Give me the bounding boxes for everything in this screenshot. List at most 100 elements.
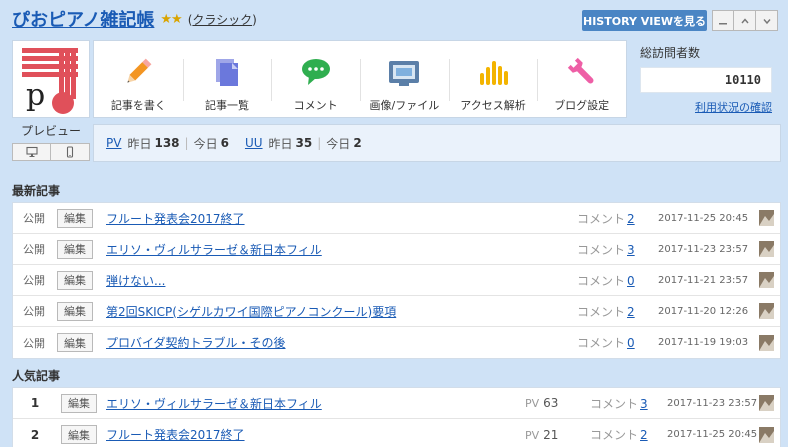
comment-count-link[interactable]: 0 — [627, 274, 635, 288]
comment-count-link[interactable]: 2 — [627, 212, 635, 226]
post-pv: PV 21 — [525, 428, 558, 442]
post-status: 公開 — [23, 212, 45, 225]
popular-post-row: 1 編集 エリソ・ヴィルサラーゼ＆新日本フィル PV 63 コメント 3 2017-… — [13, 388, 780, 419]
pv-yesterday-label: 昨日 — [127, 136, 152, 151]
post-thumbnail[interactable] — [759, 272, 774, 288]
post-thumbnail[interactable] — [759, 210, 774, 226]
mobile-icon — [66, 146, 74, 158]
pv-value: 21 — [543, 427, 559, 442]
post-title-link[interactable]: プロバイダ契約トラブル・その後 — [106, 334, 286, 351]
post-title-link[interactable]: フルート発表会2017終了 — [106, 210, 245, 227]
blog-header: ぴおピアノ雑記帳 ★★ (クラシック) — [12, 7, 257, 31]
chevron-down-icon — [762, 18, 771, 24]
comment-label: コメント — [577, 211, 626, 226]
post-title-link[interactable]: エリソ・ヴィルサラーゼ＆新日本フィル — [106, 395, 322, 412]
wrench-icon — [567, 57, 594, 84]
menu-images-files[interactable]: 画像/ファイル — [360, 41, 449, 117]
edit-button[interactable]: 編集 — [57, 270, 93, 290]
post-date: 2017-11-25 20:45 — [667, 429, 758, 440]
latest-post-row: 公開 編集 エリソ・ヴィルサラーゼ＆新日本フィル コメント 3 2017-11-2… — [13, 234, 780, 265]
comment-label: コメント — [590, 428, 639, 442]
comment-count-link[interactable]: 3 — [640, 397, 648, 411]
genre-link[interactable]: クラシック — [192, 13, 252, 27]
comment-label: コメント — [577, 336, 626, 350]
menu-blog-settings-label: ブログ設定 — [554, 99, 610, 112]
svg-text:p: p — [26, 78, 45, 113]
menu-blog-settings[interactable]: ブログ設定 — [537, 41, 626, 117]
latest-posts-list: 公開 編集 フルート発表会2017終了 コメント 2 2017-11-25 20:… — [12, 202, 781, 359]
edit-button[interactable]: 編集 — [61, 393, 97, 413]
scroll-up-button[interactable] — [734, 10, 756, 31]
post-thumbnail[interactable] — [759, 334, 774, 351]
comment-count-link[interactable]: 2 — [627, 305, 635, 319]
post-date: 2017-11-25 20:45 — [658, 212, 749, 224]
post-status: 公開 — [23, 305, 45, 318]
latest-post-row: 公開 編集 フルート発表会2017終了 コメント 2 2017-11-25 20:… — [13, 203, 780, 234]
uu-today-label: 今日 — [326, 136, 351, 151]
post-rank: 1 — [30, 396, 40, 410]
scroll-down-button[interactable] — [756, 10, 778, 31]
pv-today-label: 今日 — [193, 136, 218, 151]
menu-post-list-label: 記事一覧 — [205, 99, 249, 112]
latest-posts-heading: 最新記事 — [12, 184, 61, 198]
uu-link[interactable]: UU — [245, 136, 263, 150]
menu-write-post[interactable]: 記事を書く — [94, 41, 183, 117]
preview-mobile-button[interactable] — [51, 143, 90, 161]
edit-button[interactable]: 編集 — [57, 239, 93, 259]
comment-count-link[interactable]: 0 — [627, 336, 635, 350]
comment-count-link[interactable]: 3 — [627, 243, 635, 257]
edit-button[interactable]: 編集 — [61, 425, 97, 444]
minimize-icon — [719, 22, 727, 24]
post-thumbnail[interactable] — [759, 303, 774, 319]
menu-access-analytics-label: アクセス解析 — [460, 99, 526, 112]
post-date: 2017-11-21 23:57 — [658, 274, 749, 286]
pv-link[interactable]: PV — [106, 136, 121, 150]
comment-count-link[interactable]: 2 — [640, 428, 648, 442]
edit-button[interactable]: 編集 — [57, 301, 93, 321]
comment-count: コメント 2 — [577, 303, 635, 320]
genre-label: (クラシック) — [188, 11, 257, 28]
window-controls — [712, 10, 778, 31]
edit-button[interactable]: 編集 — [57, 208, 93, 228]
preview-label: プレビュー — [20, 124, 81, 138]
post-title-link[interactable]: エリソ・ヴィルサラーゼ＆新日本フィル — [106, 241, 322, 258]
comment-label: コメント — [577, 304, 626, 319]
post-title-link[interactable]: 弾けない... — [106, 272, 165, 289]
image-folder-icon — [389, 61, 420, 86]
pv-today-value: 6 — [220, 136, 229, 150]
post-status: 公開 — [23, 336, 45, 350]
visitor-title: 総訪問者数 — [640, 46, 701, 60]
latest-post-row: 公開 編集 第2回SKICP(シゲルカワイ国際ピアノコンクール)要項 コメント 2… — [13, 296, 780, 327]
post-thumbnail[interactable] — [759, 426, 774, 443]
usage-status-link[interactable]: 利用状況の確認 — [695, 99, 772, 115]
preview-desktop-button[interactable] — [12, 143, 51, 161]
avatar-piano-logo: p — [22, 48, 78, 114]
post-thumbnail[interactable] — [759, 241, 774, 257]
uu-today-value: 2 — [353, 136, 362, 150]
blog-title-link[interactable]: ぴおピアノ雑記帳 — [12, 6, 154, 32]
post-title-link[interactable]: フルート発表会2017終了 — [106, 426, 245, 443]
genre-close-paren: ) — [252, 12, 257, 27]
post-date: 2017-11-20 12:26 — [658, 305, 749, 317]
comment-count: コメント 3 — [590, 395, 648, 412]
menu-post-list[interactable]: 記事一覧 — [182, 41, 272, 117]
menu-comments-label: コメント — [293, 99, 338, 112]
popular-posts-heading: 人気記事 — [12, 369, 61, 383]
pencil-icon — [127, 58, 152, 83]
edit-button[interactable]: 編集 — [57, 333, 93, 352]
menu-comments[interactable]: コメント — [271, 41, 360, 117]
menu-access-analytics[interactable]: アクセス解析 — [448, 41, 538, 117]
post-status: 公開 — [23, 243, 45, 256]
post-status: 公開 — [23, 274, 45, 287]
documents-icon — [216, 59, 238, 86]
chevron-up-icon — [740, 17, 749, 23]
popular-post-row: 2 編集 フルート発表会2017終了 PV 21 コメント 2 2017-11-25… — [13, 419, 780, 447]
minimize-button[interactable] — [712, 10, 734, 31]
post-thumbnail[interactable] — [759, 395, 774, 411]
rating-stars: ★★ — [160, 11, 182, 27]
history-view-button[interactable]: HISTORY VIEWを見る — [582, 10, 707, 31]
blog-avatar[interactable]: p — [12, 40, 90, 118]
comment-count: コメント 0 — [577, 272, 635, 289]
post-title-link[interactable]: 第2回SKICP(シゲルカワイ国際ピアノコンクール)要項 — [106, 303, 396, 320]
pv-label: PV — [525, 397, 540, 410]
